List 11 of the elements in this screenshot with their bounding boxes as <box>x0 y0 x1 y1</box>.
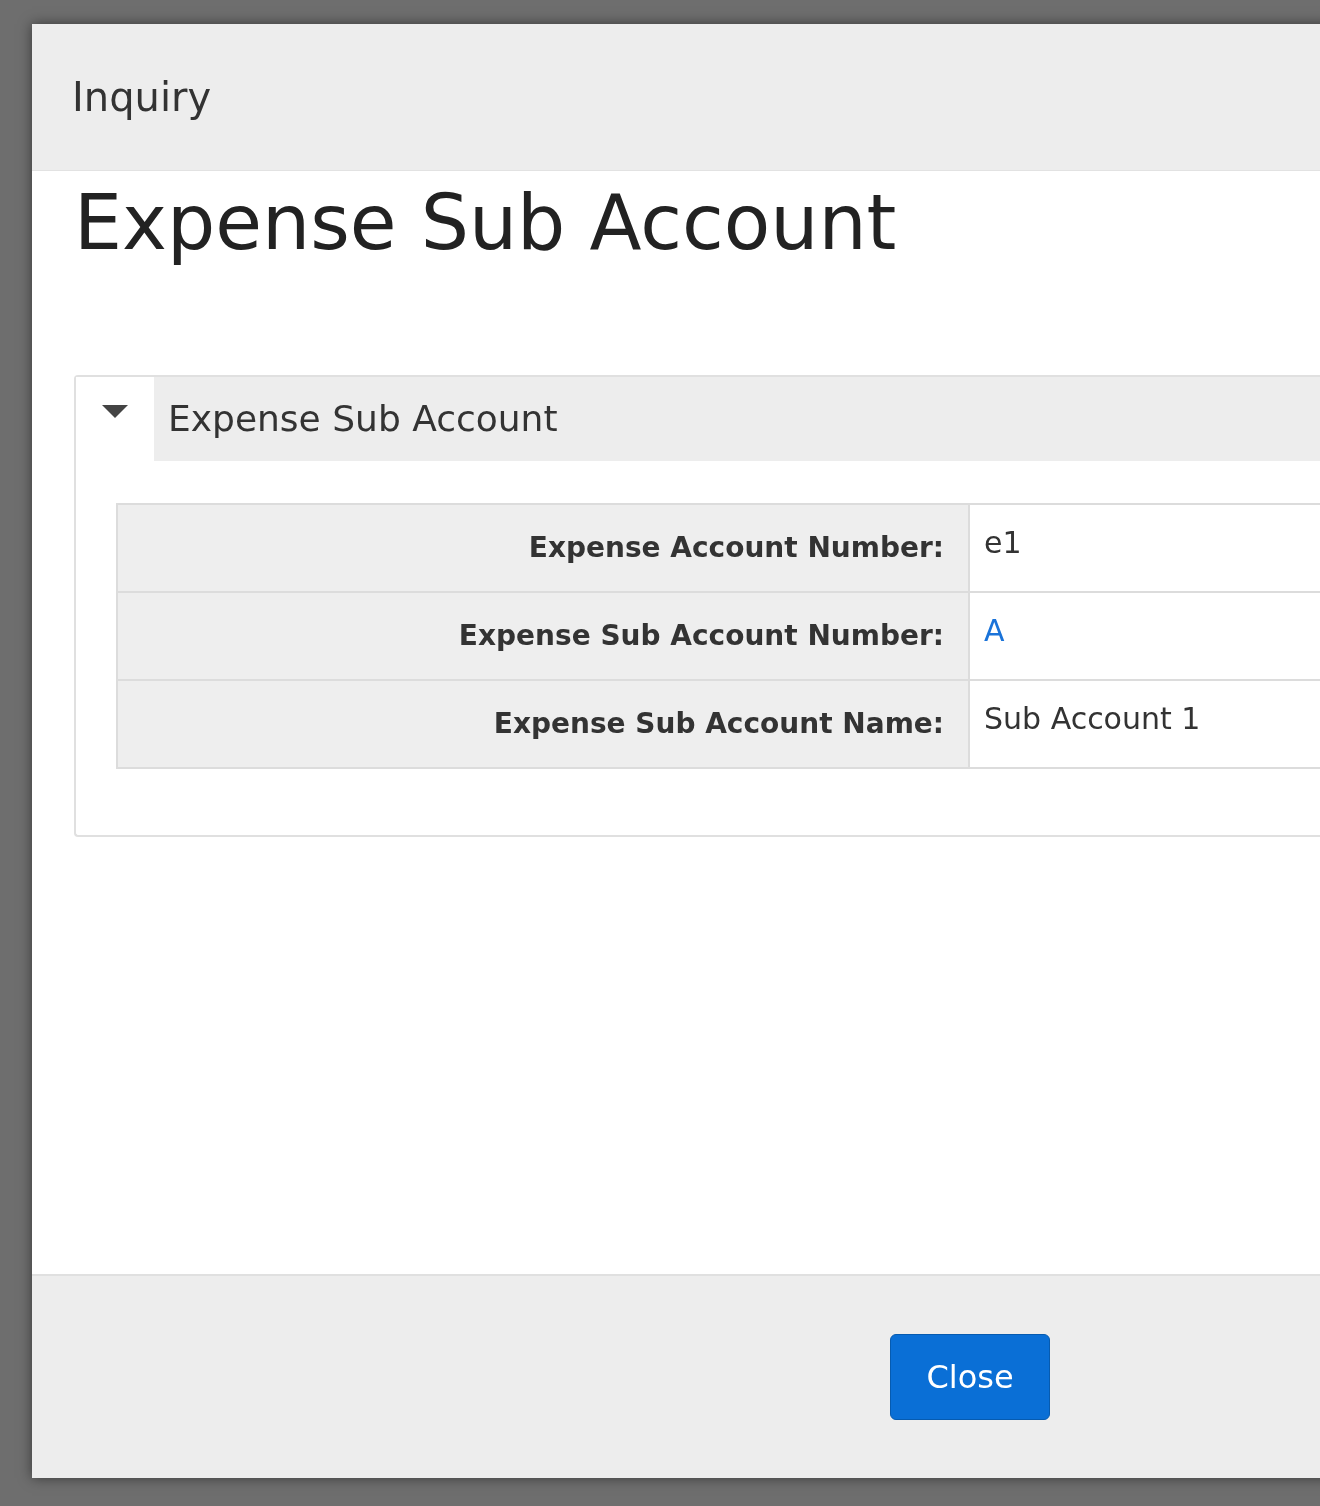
page-heading: Expense Sub Account <box>74 181 898 265</box>
field-value: Sub Account 1 <box>983 699 1202 738</box>
panel-title: Expense Sub Account <box>154 376 1320 461</box>
value-link[interactable]: A <box>984 612 1005 648</box>
caret-icon <box>102 404 128 419</box>
dialog-title: Inquiry <box>72 74 212 120</box>
close-button[interactable]: Close <box>890 1334 1050 1420</box>
field-label: Expense Account Number: <box>118 504 970 591</box>
field-value: e1 <box>983 523 1023 562</box>
field-label: Expense Sub Account Name: <box>118 680 970 767</box>
field-label: Expense Sub Account Number: <box>118 592 970 679</box>
